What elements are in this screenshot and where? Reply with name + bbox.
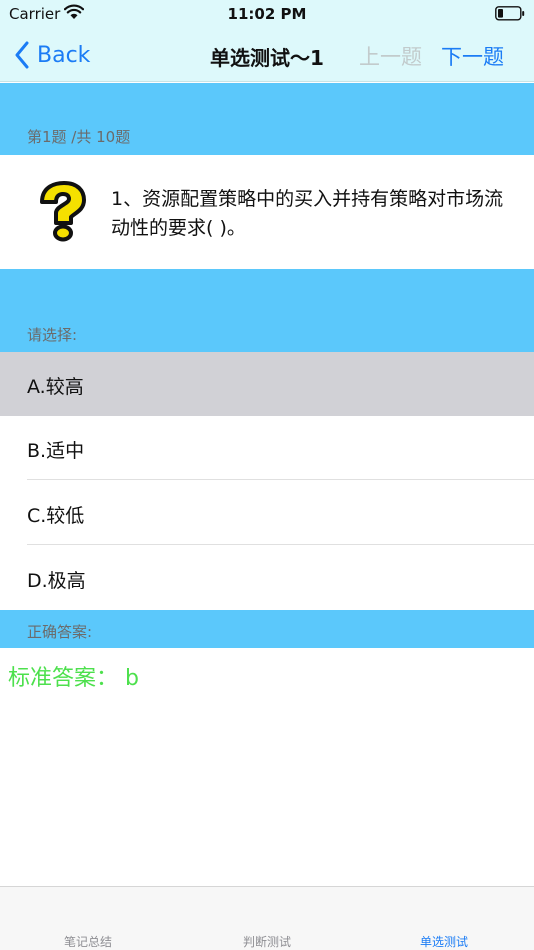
question-mark-icon [40,181,86,242]
tab-notes-summary[interactable]: 笔记总结 [28,933,148,950]
question-counter: 第1题 /共 10题 [27,128,131,146]
option-d[interactable]: D.极高 [0,546,534,610]
divider [27,479,534,480]
tab-true-false-test[interactable]: 判断测试 [207,933,327,950]
question-box: 1、资源配置策略中的买入并持有策略对市场流动性的要求( )。 [0,155,534,269]
option-a[interactable]: A.较高 [0,352,534,416]
divider [27,544,534,545]
battery-icon [495,6,525,21]
tab-bar: 笔记总结 判断测试 单选测试 [0,886,534,950]
navigation-bar: Back 单选测试～1 上一题 下一题 [0,28,534,82]
standard-answer: 标准答案： b [8,666,139,691]
option-c-label: C.较低 [27,505,85,527]
option-c[interactable]: C.较低 [0,481,534,545]
option-d-label: D.极高 [27,570,86,592]
clock-time: 11:02 PM [227,5,307,23]
next-question-button[interactable]: 下一题 [441,41,504,71]
tab-single-choice-test[interactable]: 单选测试 [384,933,504,950]
options-header-band [0,269,534,352]
option-b-label: B.适中 [27,440,85,462]
question-text: 1、资源配置策略中的买入并持有策略对市场流动性的要求( )。 [111,188,504,239]
status-bar: Carrier 11:02 PM [0,0,534,28]
options-label: 请选择: [27,326,78,344]
previous-question-button[interactable]: 上一题 [359,41,422,71]
option-b[interactable]: B.适中 [0,416,534,480]
answer-label: 正确答案: [27,623,93,641]
option-a-label: A.较高 [27,376,84,398]
